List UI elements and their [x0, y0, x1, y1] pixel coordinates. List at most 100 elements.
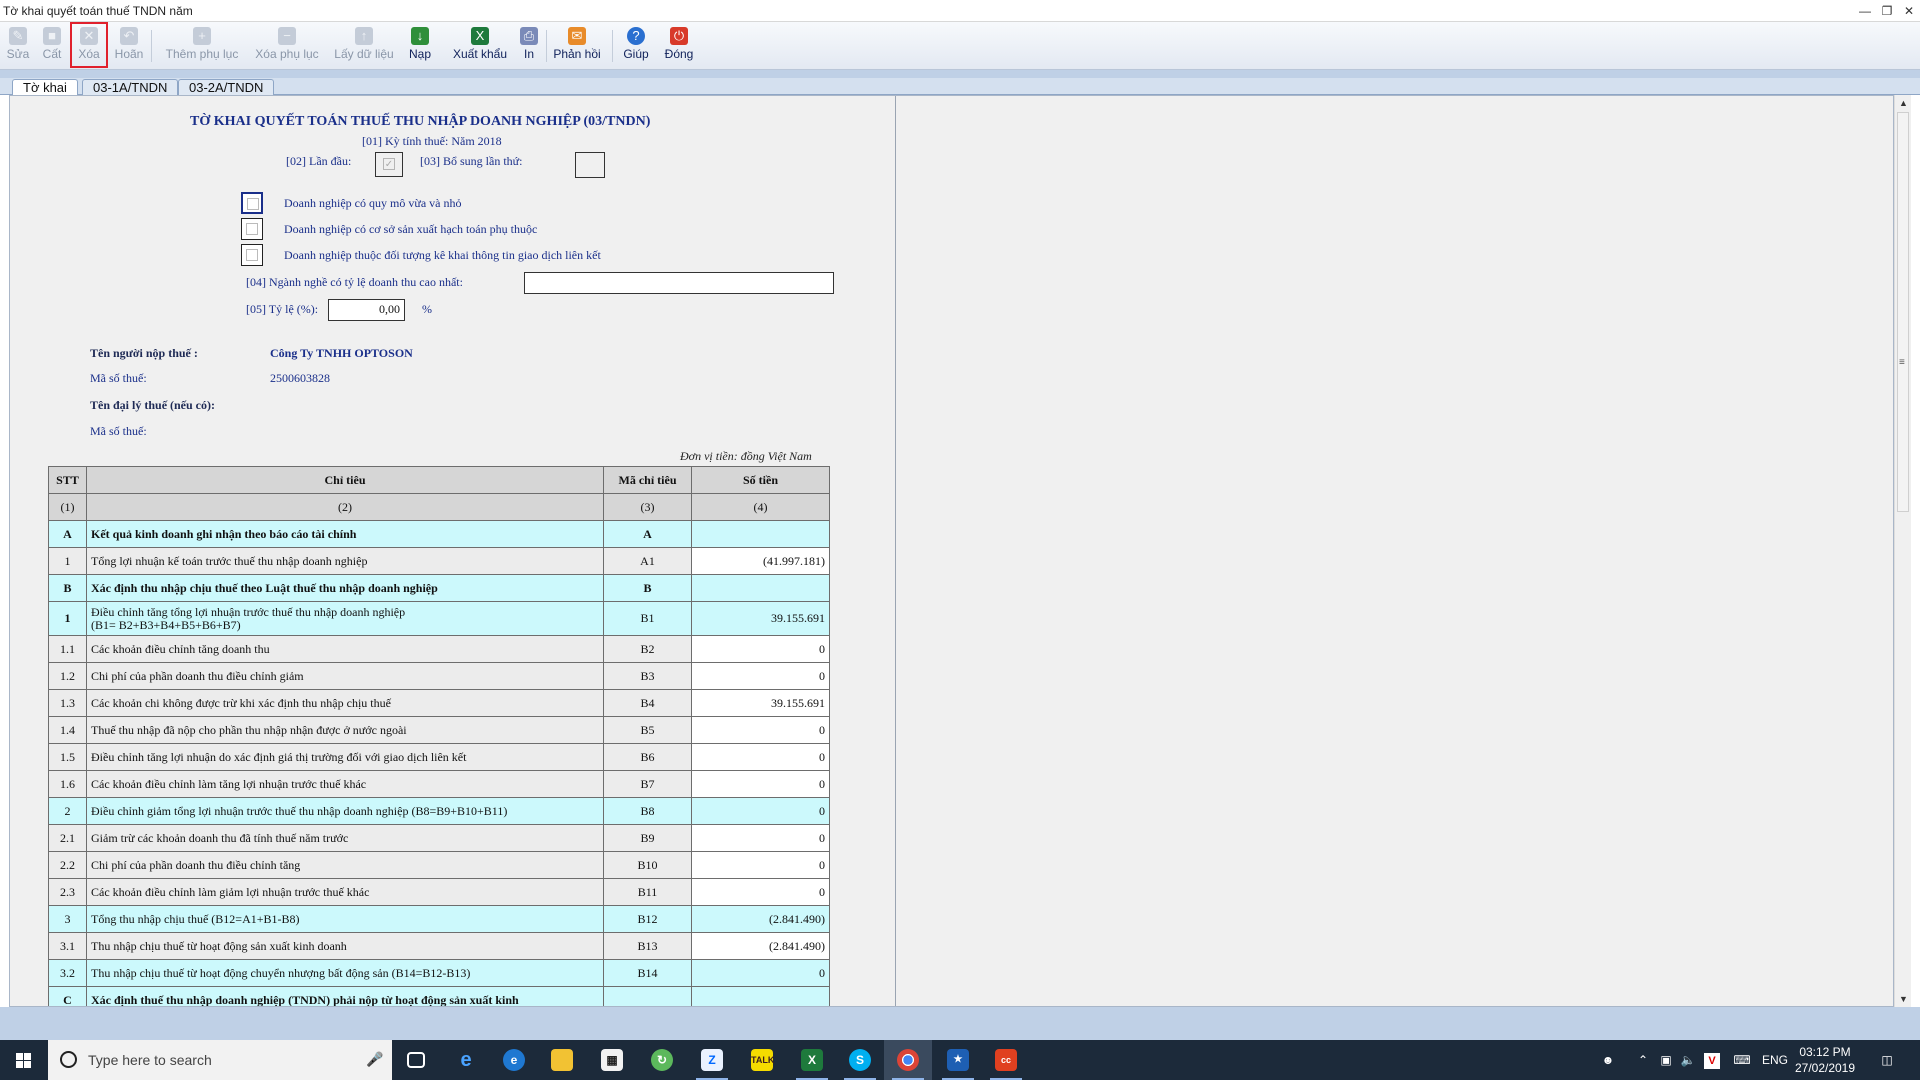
phu-thuoc-label: Doanh nghiệp có cơ sở sản xuất hạch toán…: [284, 222, 538, 236]
amount-input[interactable]: 0: [691, 662, 830, 690]
scroll-down-icon[interactable]: ▼: [1895, 991, 1912, 1007]
keyboard-icon[interactable]: ⌨: [1728, 1040, 1756, 1080]
cat-button[interactable]: ■ Cất: [38, 24, 66, 66]
start-button[interactable]: [0, 1040, 48, 1080]
scroll-thumb[interactable]: [1897, 112, 1909, 512]
volume-icon[interactable]: 🔈: [1678, 1040, 1698, 1080]
amount-input[interactable]: 0: [691, 743, 830, 771]
table-row: 1.5 Điều chỉnh tăng lợi nhuận do xác địn…: [48, 743, 830, 771]
close-icon[interactable]: ✕: [1898, 1, 1920, 21]
amount-input[interactable]: 0: [691, 851, 830, 879]
nap-button[interactable]: ↓ Nạp: [404, 24, 436, 66]
form-content: TỜ KHAI QUYẾT TOÁN THUẾ THU NHẬP DOANH N…: [9, 95, 1894, 1007]
dai-ly-label: Tên đại lý thuế (nếu có):: [90, 398, 216, 412]
table-row: B Xác định thu nhập chịu thuế theo Luật …: [48, 574, 830, 602]
phan-hoi-button[interactable]: ✉ Phản hồi: [552, 24, 602, 66]
people-icon[interactable]: ☻: [1596, 1040, 1620, 1080]
clock-date: 27/02/2019: [1794, 1061, 1856, 1075]
lien-ket-checkbox[interactable]: [241, 244, 263, 266]
table-row: A Kết quả kinh doanh ghi nhận theo báo c…: [48, 520, 830, 548]
taskbar-zalo[interactable]: Z: [688, 1040, 736, 1080]
header-stt: STT: [48, 466, 87, 494]
minimize-icon[interactable]: —: [1854, 1, 1876, 21]
show-hidden-icons[interactable]: ⌃: [1634, 1040, 1652, 1080]
taskbar-calculator[interactable]: ▦: [588, 1040, 636, 1080]
print-icon: ⎙: [520, 27, 538, 45]
tab-03-2a-tndn[interactable]: 03-2A/TNDN: [178, 79, 275, 95]
table-row: C Xác định thuế thu nhập doanh nghiệp (T…: [48, 986, 830, 1006]
vertical-scrollbar[interactable]: ▲ ≡ ▼: [1894, 95, 1911, 1007]
hoan-button[interactable]: ↶ Hoãn: [112, 24, 146, 66]
ten-nnt-label: Tên người nộp thuế :: [90, 346, 198, 360]
table-row: 1 Tổng lợi nhuận kế toán trước thuế thu …: [48, 547, 830, 575]
dong-button[interactable]: ⏻ Đóng: [662, 24, 696, 66]
giup-button[interactable]: ? Giúp: [622, 24, 650, 66]
amount-input[interactable]: 0: [691, 878, 830, 906]
table-row: 3.2 Thu nhập chịu thuế từ hoạt động chuy…: [48, 959, 830, 987]
remove-appendix-icon: −: [278, 27, 296, 45]
amount-input[interactable]: 0: [691, 716, 830, 744]
notification-icon[interactable]: ◫: [1872, 1040, 1902, 1080]
amount-input[interactable]: 0: [691, 770, 830, 798]
network-icon[interactable]: ▣: [1656, 1040, 1676, 1080]
taskbar-kakaotalk[interactable]: TALK: [738, 1040, 786, 1080]
amount-input[interactable]: 39.155.691: [691, 689, 830, 717]
amount-input[interactable]: (41.997.181): [691, 547, 830, 575]
taskbar-clock[interactable]: 03:12 PM 27/02/2019: [1790, 1044, 1860, 1076]
task-view-button[interactable]: [392, 1040, 440, 1080]
phu-thuoc-checkbox[interactable]: [241, 218, 263, 240]
feedback-mail-icon: ✉: [568, 27, 586, 45]
scroll-up-icon[interactable]: ▲: [1895, 95, 1912, 111]
ty-le-input[interactable]: 0,00: [328, 299, 405, 321]
bo-sung-input[interactable]: [575, 152, 605, 178]
header-ma: Mã chỉ tiêu: [603, 466, 692, 494]
xoa-phu-luc-button[interactable]: − Xóa phụ lục: [254, 24, 320, 66]
table-row: 2.1 Giảm trừ các khoản doanh thu đã tính…: [48, 824, 830, 852]
taskbar-edge[interactable]: e: [490, 1040, 538, 1080]
xoa-button[interactable]: ✕ Xóa: [70, 22, 108, 68]
taskbar-ie[interactable]: e: [442, 1040, 490, 1080]
amount-input[interactable]: (2.841.490): [691, 932, 830, 960]
table-row: 1.4 Thuế thu nhập đã nộp cho phần thu nh…: [48, 716, 830, 744]
title-bar: Tờ khai quyết toán thuế TNDN năm — ❐ ✕: [0, 0, 1920, 22]
taskbar-excel[interactable]: X: [788, 1040, 836, 1080]
taskbar-skype[interactable]: S: [836, 1040, 884, 1080]
amount-input[interactable]: 0: [691, 824, 830, 852]
delete-icon: ✕: [80, 27, 98, 45]
load-icon: ↓: [411, 27, 429, 45]
sme-checkbox[interactable]: [241, 192, 263, 214]
lan-dau-checkbox[interactable]: ✓: [375, 152, 403, 177]
tab-to-khai[interactable]: Tờ khai: [12, 79, 78, 96]
xuat-khau-button[interactable]: X Xuất khẩu: [450, 24, 510, 66]
taskbar: Type here to search 🎤 e e ▦ ↻ Z TALK X S…: [0, 1040, 1920, 1080]
taskbar-htkk[interactable]: ★: [934, 1040, 982, 1080]
right-pane: [896, 96, 1893, 1006]
clock-time: 03:12 PM: [1799, 1045, 1851, 1059]
taskbar-ccleaner[interactable]: cc: [982, 1040, 1030, 1080]
language-indicator[interactable]: ENG: [1760, 1040, 1790, 1080]
in-button[interactable]: ⎙ In: [518, 24, 540, 66]
excel-icon: X: [801, 1049, 823, 1071]
nganh-nghe-input[interactable]: [524, 272, 834, 294]
unikey-icon[interactable]: V: [1702, 1040, 1722, 1080]
sua-button[interactable]: ✎ Sửa: [4, 24, 32, 66]
taskbar-chrome[interactable]: [884, 1040, 932, 1080]
windows-logo-icon: [16, 1053, 31, 1068]
amount-input[interactable]: 0: [691, 635, 830, 663]
tab-03-1a-tndn[interactable]: 03-1A/TNDN: [82, 79, 179, 95]
excel-export-icon: X: [471, 27, 489, 45]
them-phu-luc-button[interactable]: + Thêm phụ lục: [164, 24, 240, 66]
lay-du-lieu-button[interactable]: ↑ Lấy dữ liệu: [334, 24, 394, 66]
taskbar-search-box[interactable]: Type here to search 🎤: [48, 1040, 392, 1080]
status-band: [0, 1007, 1920, 1040]
toolbar-separator: [612, 30, 613, 62]
taskbar-explorer[interactable]: [538, 1040, 586, 1080]
microphone-icon[interactable]: 🎤: [366, 1051, 383, 1068]
check-icon: ✓: [383, 158, 395, 170]
get-data-icon: ↑: [355, 27, 373, 45]
file-explorer-icon: [551, 1049, 573, 1071]
restore-icon[interactable]: ❐: [1876, 1, 1898, 21]
undo-icon: ↶: [120, 27, 138, 45]
taskbar-greenapp[interactable]: ↻: [638, 1040, 686, 1080]
nganh-nghe-label: [04] Ngành nghề có tỷ lệ doanh thu cao n…: [246, 275, 463, 289]
